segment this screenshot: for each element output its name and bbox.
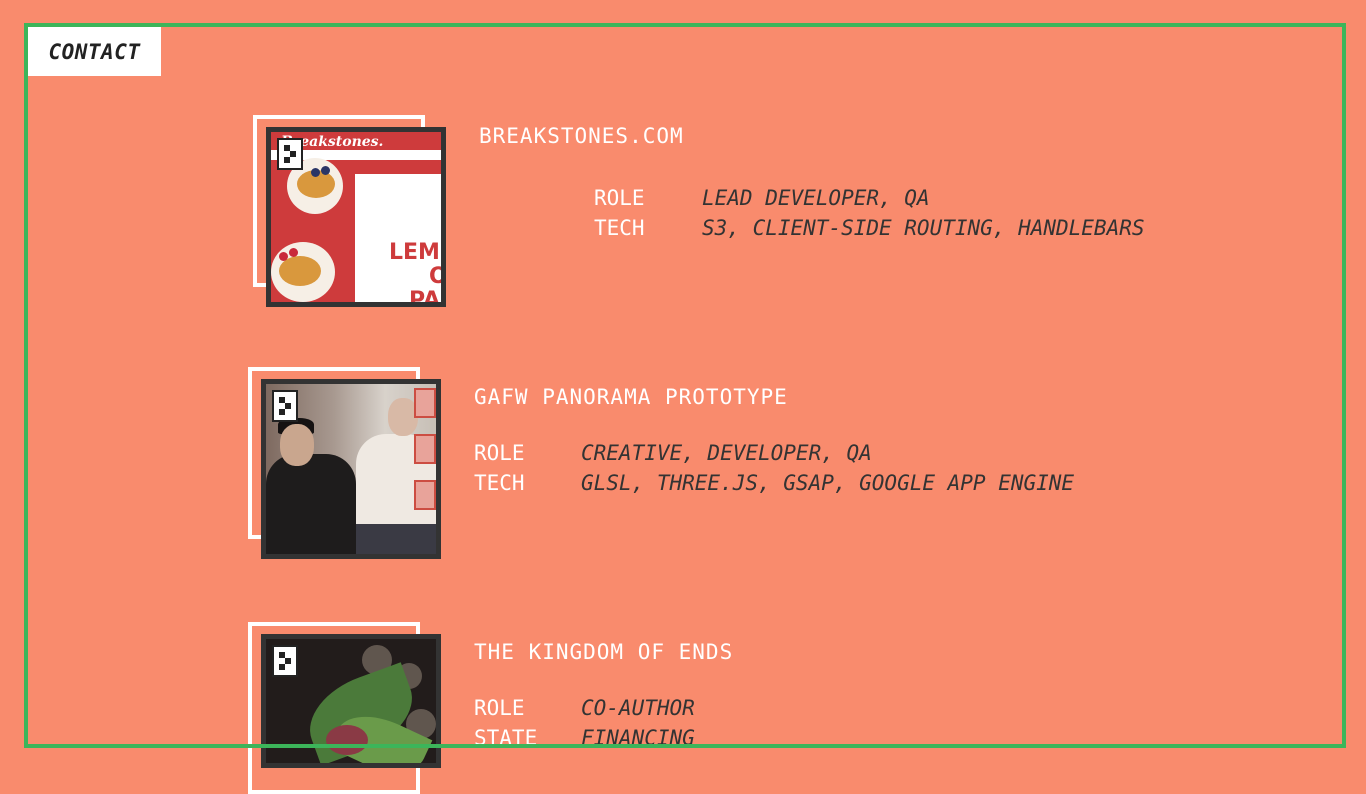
meta-key-role: ROLE [594, 186, 645, 210]
contact-button[interactable]: CONTACT [28, 27, 161, 76]
raspberry [289, 248, 298, 257]
meta-key-tech: TECH [474, 471, 525, 495]
meta-key-role: ROLE [474, 441, 525, 465]
envelope-icon [414, 434, 436, 464]
meta-value-state: FINANCING [581, 726, 695, 750]
meta-value-role: LEAD DEVELOPER, QA [702, 186, 930, 210]
image-big-text: PA [409, 288, 441, 307]
project-title[interactable]: BREAKSTONES.COM [479, 124, 684, 148]
project-thumbnail[interactable] [261, 379, 441, 559]
berry [321, 166, 330, 175]
meta-key-role: ROLE [474, 696, 525, 720]
envelope-icon [414, 388, 436, 418]
meta-key-tech: TECH [594, 216, 645, 240]
meta-key-state: STATE [474, 726, 538, 750]
flower [326, 725, 368, 755]
raspberry [279, 252, 288, 261]
meta-value-role: CO-AUTHOR [581, 696, 695, 720]
meta-value-tech: GLSL, THREE.JS, GSAP, GOOGLE APP ENGINE [581, 471, 1075, 495]
broken-image-icon [272, 390, 298, 422]
broken-image-icon [277, 138, 303, 170]
project-thumbnail[interactable]: Breakstones. LEM O PA [266, 127, 446, 307]
envelope-icon [414, 480, 436, 510]
figure-head [280, 424, 314, 466]
image-big-text: LEM [389, 240, 440, 265]
project-title[interactable]: THE KINGDOM OF ENDS [474, 640, 733, 664]
berry [311, 168, 320, 177]
image-big-text: O [429, 264, 446, 289]
meta-value-role: CREATIVE, DEVELOPER, QA [581, 441, 872, 465]
project-thumbnail[interactable] [261, 634, 441, 768]
broken-image-icon [272, 645, 298, 677]
figure [266, 454, 356, 554]
project-title[interactable]: GAFW PANORAMA PROTOTYPE [474, 385, 788, 409]
meta-value-tech: S3, CLIENT-SIDE ROUTING, HANDLEBARS [702, 216, 1145, 240]
